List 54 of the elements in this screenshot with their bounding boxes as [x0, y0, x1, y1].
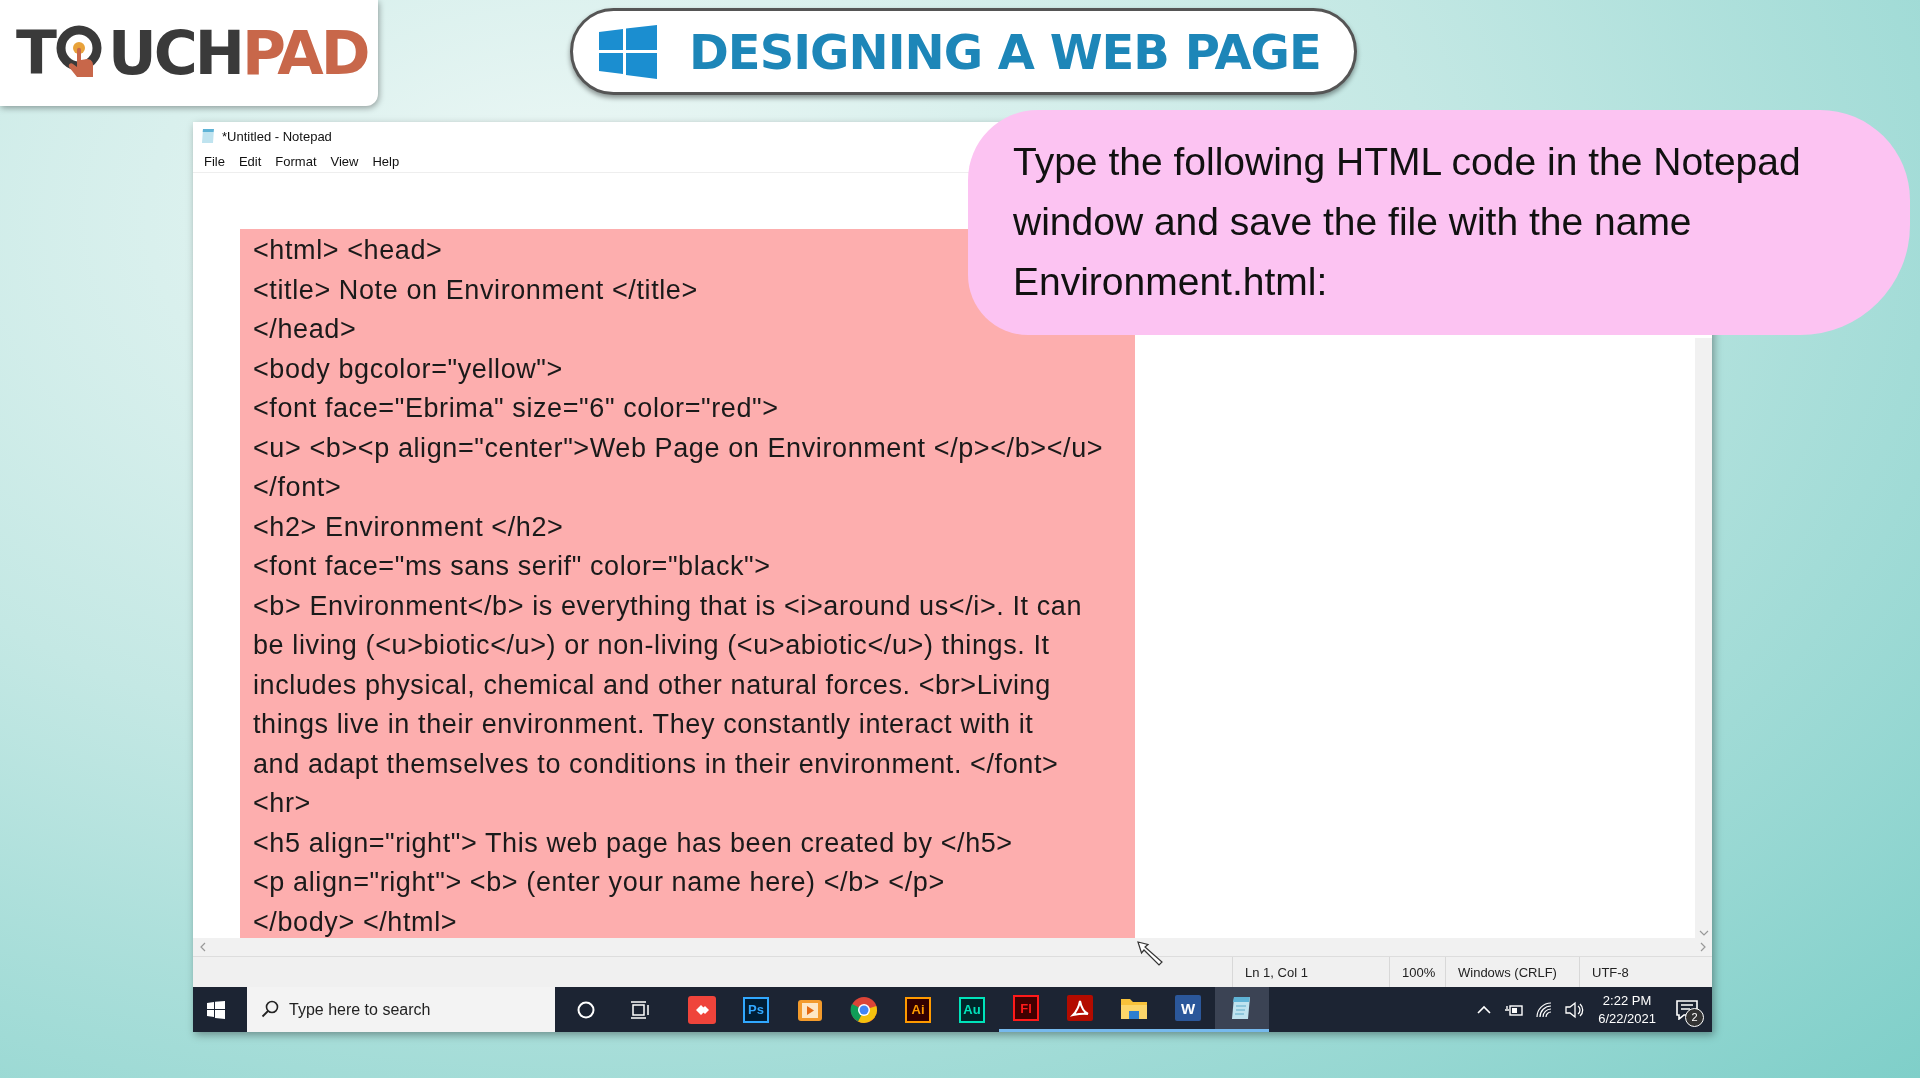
taskbar-app[interactable]: Fl [999, 987, 1053, 1032]
code-line: <b> Environment</b> is everything that is <i>around us</i>. It can [253, 589, 1084, 623]
code-line: <font face="ms sans serif" color="black"> [253, 550, 772, 583]
notepad-icon [200, 128, 216, 144]
volume-icon[interactable] [1564, 999, 1585, 1020]
banner-title: DESIGNING A WEB PAGE [689, 23, 1321, 80]
search-field[interactable]: Type here to search [247, 987, 555, 1032]
windows-logo-icon [207, 1000, 225, 1019]
code-line: </body> </html> [253, 905, 459, 938]
menu-item[interactable]: File [204, 153, 225, 169]
app-icon: Fl [1013, 995, 1039, 1021]
code-line: <html> <head> [253, 234, 444, 267]
notifications-button[interactable]: 2 [1670, 992, 1704, 1027]
taskbar-app[interactable]: Ps [729, 987, 783, 1032]
logo-text: T [16, 18, 54, 88]
vertical-scrollbar[interactable] [1695, 338, 1712, 938]
taskbar-app[interactable]: Ai [891, 987, 945, 1032]
code-line: <h5 align="right"> This web page has been created by </h5> [253, 826, 1014, 860]
code-line: <p align="right"> <b> (enter your name here) </b> </p> [253, 866, 946, 899]
code-line: <u> <b><p align="center">Web Page on Environment </p></b></u> [253, 431, 1105, 465]
app-icon: Ps [743, 996, 769, 1023]
pdf-icon [1067, 995, 1093, 1021]
browser-icon [850, 995, 878, 1024]
code-line: and adapt themselves to conditions in their environment. </font> [253, 747, 1060, 781]
code-line: <h2> Environment </h2> [253, 510, 565, 544]
window-title: *Untitled - Notepad [222, 128, 332, 144]
clock[interactable]: 2:22 PM 6/22/2021 [1598, 991, 1656, 1028]
taskbar-app[interactable]: Au [945, 987, 999, 1032]
app-icon: Au [959, 996, 985, 1023]
code-line: <hr> [253, 787, 312, 820]
windows-logo-icon [599, 24, 657, 79]
code-line: <body bgcolor="yellow"> [253, 352, 564, 386]
taskbar-app[interactable] [1215, 987, 1269, 1032]
app-icon: W [1175, 995, 1201, 1021]
app-icon: Ai [905, 996, 931, 1023]
message-icon [1676, 999, 1698, 1020]
menu-item[interactable]: Edit [238, 153, 262, 169]
menu-item[interactable]: View [330, 153, 359, 169]
time-text: 2:22 PM [1602, 991, 1652, 1010]
logo-text: PAD [241, 18, 368, 88]
task-view-icon [630, 1000, 650, 1019]
instruction-text: Type the following HTML code in the Notepad window and save the file with the name Environment.html: [1013, 139, 1802, 305]
code-line: <font face="Ebrima" size="6" color="red"> [253, 392, 780, 425]
code-line: be living (<u>biotic</u>) or non-living (<u>abiotic</u>) things. It [253, 629, 1051, 662]
menu-item[interactable]: Format [275, 153, 317, 169]
menu-item[interactable]: Help [372, 153, 400, 169]
code-line: includes physical, chemical and other natural forces. <br>Living [253, 668, 1052, 702]
code-line: things live in their environment. They constantly interact with it [253, 708, 1035, 741]
date-text: 6/22/2021 [1598, 1009, 1656, 1028]
logo-text: UCH [107, 18, 242, 88]
circle-icon [577, 1000, 595, 1019]
notification-count: 2 [1685, 1007, 1704, 1027]
code-line: </head> [253, 313, 358, 346]
code-line: </font> [253, 471, 343, 504]
